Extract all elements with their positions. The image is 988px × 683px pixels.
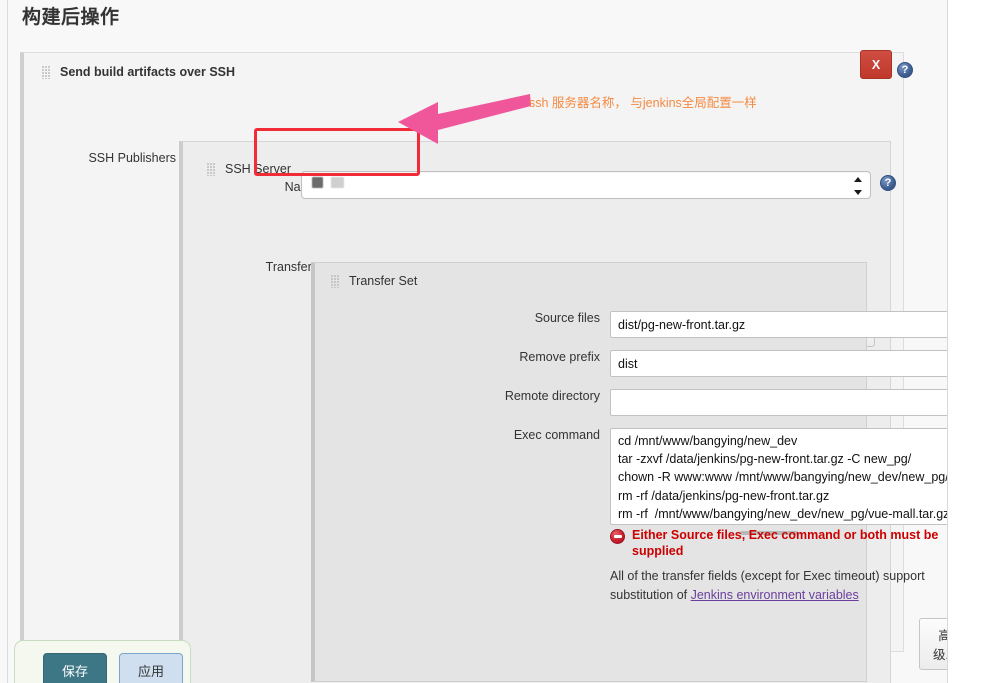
ssh-server-name-value [312,177,344,188]
drag-grip-icon[interactable] [331,274,340,288]
jenkins-env-variables-link[interactable]: Jenkins environment variables [691,588,859,602]
redacted-text-block [331,177,344,188]
drag-grip-icon[interactable] [207,162,216,176]
publisher-block: Send build artifacts over SSH X SSH Publ… [20,50,947,683]
remote-directory-label: Remote directory [504,389,600,403]
transfer-set-header: Transfer Set [331,274,417,288]
annotation-text: ssh 服务器名称， 与jenkins全局配置一样 [529,96,757,110]
name-label: Name [178,180,318,194]
redacted-text-block [312,177,323,188]
exec-command-wrap: cd /mnt/www/bangying/new_dev tar -zxvf /… [610,428,947,535]
save-bar: 保存 应用 [14,640,191,683]
apply-button[interactable]: 应用 [119,653,183,683]
error-icon [610,529,625,544]
validation-error: Either Source files, Exec command or bot… [610,528,947,559]
transfer-hint: All of the transfer fields (except for E… [610,567,947,605]
screenshot-root: 构建后操作 Send build artifacts over SSH X SS… [0,0,988,683]
ssh-server-panel: SSH Server Name ? 高级... Transfers [178,141,947,683]
help-icon[interactable]: ? [880,175,896,191]
remove-prefix-label: Remove prefix [519,350,600,364]
publisher-header: Send build artifacts over SSH [42,65,235,79]
validation-error-text: Either Source files, Exec command or bot… [632,528,939,558]
remote-directory-input[interactable] [610,389,947,416]
page-left-rule [7,0,8,683]
drag-grip-icon[interactable] [42,65,51,79]
source-files-label: Source files [534,311,600,325]
transfer-set-panel: Transfer Set Source files ? Remove prefi… [311,262,947,682]
transfers-label: Transfers [265,260,318,274]
ssh-server-header: SSH Server [207,162,291,176]
select-stepper-icon[interactable] [853,177,862,195]
source-files-input[interactable] [610,311,947,338]
remove-prefix-input[interactable] [610,350,947,377]
exec-command-label: Exec command [513,428,600,442]
transfer-set-title: Transfer Set [349,274,418,288]
transfer-advanced-button[interactable]: 高级... [919,618,947,670]
config-page: 构建后操作 Send build artifacts over SSH X SS… [0,0,948,683]
publisher-title: Send build artifacts over SSH [60,65,236,79]
help-icon[interactable]: ? [897,62,913,78]
exec-command-textarea[interactable]: cd /mnt/www/bangying/new_dev tar -zxvf /… [610,428,947,525]
delete-publisher-button[interactable]: X [860,50,892,79]
ssh-server-title: SSH Server [225,162,291,176]
ssh-publishers-label: SSH Publishers [88,151,176,165]
ssh-server-name-select[interactable] [301,171,871,199]
page-title: 构建后操作 [22,7,120,28]
save-button[interactable]: 保存 [43,653,107,683]
